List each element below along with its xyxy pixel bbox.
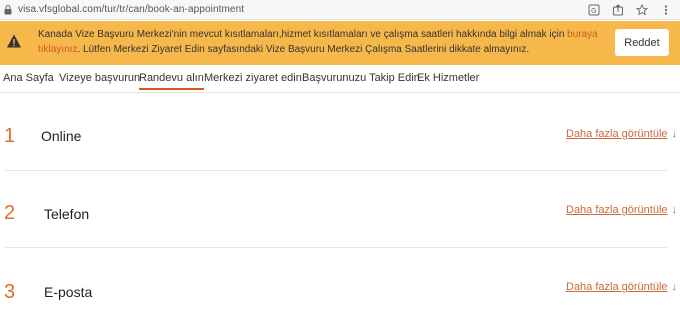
share-icon[interactable] [612,3,624,16]
view-more-label: Daha fazla görüntüle [566,128,668,140]
option-number: 2 [4,202,16,224]
nav-item-home[interactable]: Ana Sayfa [3,72,54,84]
nav-item-additional-services[interactable]: Ek Hizmetler [417,72,479,84]
view-more-label: Daha fazla görüntüle [566,204,668,216]
view-more-link[interactable]: Daha fazla görüntüle ↓ [566,128,677,140]
lock-icon[interactable] [4,5,12,15]
view-more-label: Daha fazla görüntüle [566,281,668,293]
arrow-down-icon: ↓ [671,281,678,293]
dismiss-button[interactable]: Reddet [615,29,669,56]
nav-item-apply-visa[interactable]: Vizeye başvurun [59,72,140,84]
arrow-down-icon: ↓ [671,128,678,140]
option-number: 3 [4,281,16,303]
notice-text-before: Kanada Vize Başvuru Merkezi'nin mevcut k… [38,29,568,40]
warning-icon [7,34,21,48]
view-more-link[interactable]: Daha fazla görüntüle ↓ [566,281,677,293]
notice-banner: Kanada Vize Başvuru Merkezi'nin mevcut k… [0,21,680,65]
address-bar-url[interactable]: visa.vfsglobal.com/tur/tr/can/book-an-ap… [18,4,244,15]
nav-item-book-appointment[interactable]: Randevu alın [139,72,204,90]
svg-text:G: G [591,7,596,15]
nav-item-track-application[interactable]: Başvurunuzu Takip Edin [302,72,420,84]
arrow-down-icon: ↓ [671,204,678,216]
browser-toolbar-icons: G [588,3,672,16]
nav-item-visit-center[interactable]: Merkezi ziyaret edin [204,72,302,84]
notice-text-after: . Lütfen Merkezi Ziyaret Edin sayfasında… [77,44,530,55]
translate-icon[interactable]: G [588,3,600,16]
appointment-option: 1 Online Daha fazla görüntüle ↓ [0,95,677,172]
notice-text: Kanada Vize Başvuru Merkezi'nin mevcut k… [38,27,598,57]
menu-kebab-icon[interactable] [660,3,672,15]
browser-address-bar: visa.vfsglobal.com/tur/tr/can/book-an-ap… [0,0,680,20]
appointment-option: 3 E-posta Daha fazla görüntüle ↓ [0,248,677,325]
option-number: 1 [4,125,16,147]
option-title: Online [41,128,82,144]
option-title: Telefon [44,206,90,222]
appointment-option: 2 Telefon Daha fazla görüntüle ↓ [0,171,677,248]
option-title: E-posta [44,284,93,300]
view-more-link[interactable]: Daha fazla görüntüle ↓ [566,204,677,216]
main-navigation: Ana Sayfa Vizeye başvurun Randevu alın M… [0,69,680,93]
bookmark-star-icon[interactable] [635,3,649,16]
